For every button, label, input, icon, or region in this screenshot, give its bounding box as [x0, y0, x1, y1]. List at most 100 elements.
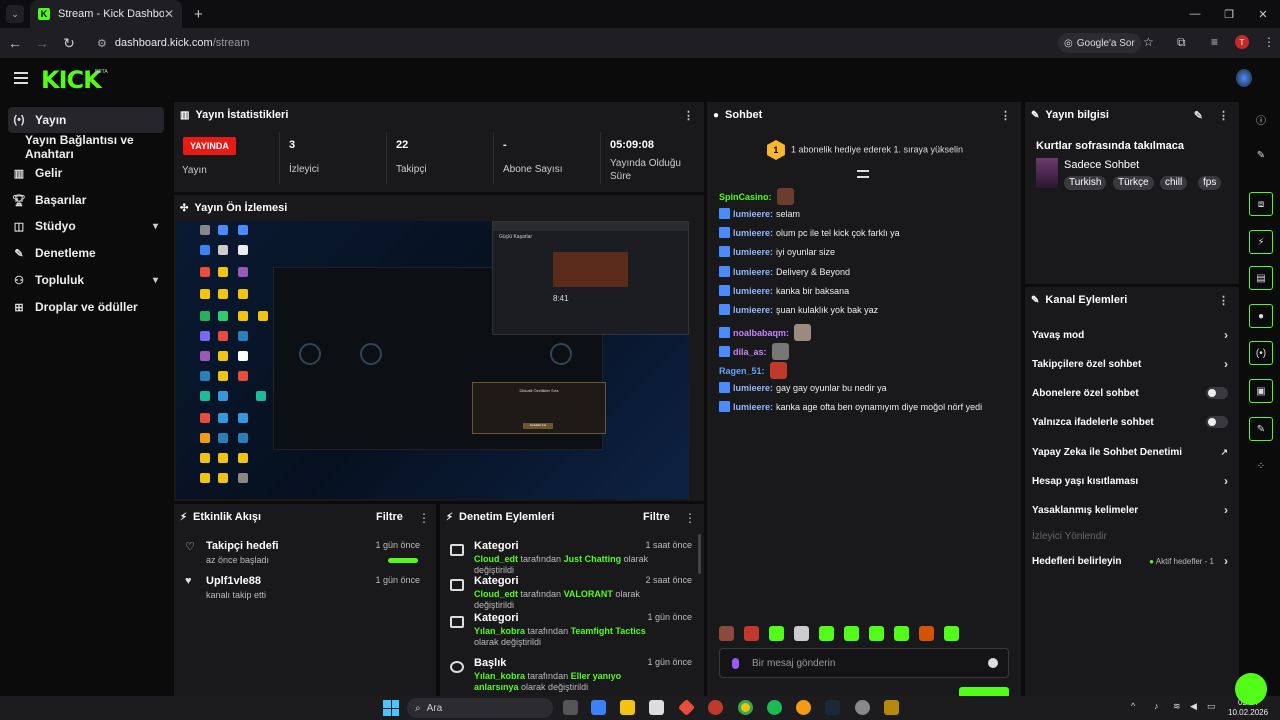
sidebar-item-gelir[interactable]: ▥ Gelir [8, 160, 164, 186]
volume-icon[interactable]: ◀ [1190, 701, 1197, 712]
file-explorer-icon[interactable] [620, 700, 635, 715]
microphone-icon[interactable] [732, 658, 739, 669]
more-options-icon[interactable]: ⋮ [1218, 109, 1229, 122]
emote-icon[interactable] [894, 626, 909, 641]
close-window-icon[interactable]: ✕ [1246, 0, 1280, 28]
minimize-icon[interactable]: — [1178, 0, 1212, 28]
more-options-icon[interactable]: ⋮ [1000, 109, 1011, 122]
url-field[interactable]: ⚙ dashboard.kick.com/stream [89, 31, 1064, 55]
stream-tag[interactable]: Turkish [1064, 176, 1107, 190]
google-search-button[interactable]: ◎ Google'a Sor [1058, 33, 1141, 53]
moderation-filter-button[interactable]: Filtre [643, 511, 670, 523]
app-icon[interactable] [855, 700, 870, 715]
sidebar-item-droplar[interactable]: ⊞ Droplar ve ödüller [8, 294, 164, 320]
chat-username[interactable]: Ragen_51: [719, 366, 765, 376]
emote-icon[interactable] [844, 626, 859, 641]
emote-icon[interactable] [819, 626, 834, 641]
media-controls-icon[interactable]: ≡ [1211, 35, 1218, 49]
opera-icon[interactable] [708, 700, 723, 715]
store-icon[interactable] [649, 700, 664, 715]
chat-username[interactable]: lumieere: [733, 305, 773, 315]
more-options-icon[interactable]: ⋮ [418, 511, 430, 525]
chat-message[interactable]: lumieere: gay gay oyunlar bu nedir ya [719, 382, 887, 393]
stream-category[interactable]: Sadece Sohbet [1064, 159, 1139, 171]
extensions-icon[interactable]: ⧉ [1177, 35, 1186, 50]
chat-icon[interactable]: ● [1249, 304, 1273, 328]
battery-icon[interactable]: ▭ [1207, 701, 1216, 712]
activity-filter-button[interactable]: Filtre [376, 511, 403, 523]
sidebar-item-topluluk[interactable]: ⚇ Topluluk ▾ [8, 267, 164, 293]
chat-message[interactable]: Ragen_51: [719, 362, 787, 379]
chat-message[interactable]: SpinCasino: [719, 188, 794, 205]
mic-tray-icon[interactable]: ♪ [1154, 701, 1159, 711]
copilot-icon[interactable] [591, 700, 606, 715]
sidebar-item-studyo[interactable]: ◫ Stüdyo ▾ [8, 213, 164, 239]
document-icon[interactable]: ▤ [1249, 266, 1273, 290]
scrollbar[interactable] [698, 534, 701, 574]
chat-username[interactable]: lumieere: [733, 286, 773, 296]
sidebar-item-yayin[interactable]: (•) Yayın [8, 107, 164, 133]
send-button[interactable] [959, 687, 1009, 696]
bolt-icon[interactable]: ⚡︎ [1249, 230, 1273, 254]
hamburger-menu-icon[interactable] [14, 72, 28, 87]
edit-icon[interactable]: ✎ [1249, 143, 1273, 167]
action-followers-only[interactable]: Takipçilere özel sohbet › [1032, 354, 1228, 374]
chat-username[interactable]: lumieere: [733, 402, 773, 412]
tray-chevron-icon[interactable]: ^ [1131, 701, 1135, 711]
capture-icon[interactable]: ⧈ [1249, 192, 1273, 216]
broadcast-icon[interactable]: (•) [1249, 341, 1273, 365]
action-banned-words[interactable]: Yasaklanmış kelimeler › [1032, 500, 1228, 520]
apps-icon[interactable]: ⁘ [1249, 454, 1273, 478]
sidebar-item-stream-key[interactable]: Yayın Bağlantısı ve Anahtarı [8, 133, 164, 161]
emote-icon[interactable] [794, 626, 809, 641]
subscribers-only-toggle[interactable] [1206, 387, 1228, 399]
chat-username[interactable]: lumieere: [733, 267, 773, 277]
sidebar-item-basarilar[interactable]: 🏆︎ Başarılar [8, 187, 164, 213]
stream-tag[interactable]: Türkçe [1113, 176, 1154, 190]
maximize-icon[interactable]: ❐ [1212, 0, 1246, 28]
app-icon[interactable] [678, 699, 695, 716]
action-account-age[interactable]: Hesap yaşı kısıtlaması › [1032, 471, 1228, 491]
more-options-icon[interactable]: ⋮ [684, 511, 696, 525]
kick-floating-button[interactable] [1235, 673, 1267, 705]
chat-message[interactable]: lumieere: selam [719, 208, 800, 219]
emote-icon[interactable] [744, 626, 759, 641]
chat-message[interactable]: lumieere: iyi oyunlar size [719, 246, 835, 257]
stream-preview-video[interactable]: Dikkatli Özellikler Sıra Sıradaki Çık Gü… [176, 221, 689, 499]
chat-message[interactable]: lumieere: kanka bir baksana [719, 285, 849, 296]
chat-username[interactable]: SpinCasino: [719, 192, 772, 202]
taskbar-search[interactable]: ⌕ Ara [407, 698, 553, 718]
chat-message[interactable]: lumieere: kanka age ofta ben oynamıyım di… [719, 401, 982, 412]
chat-message[interactable]: lumieere: olum pc ile tel kick çok farklı… [719, 227, 900, 238]
forward-icon[interactable]: → [30, 35, 54, 51]
emote-only-toggle[interactable] [1206, 416, 1228, 428]
emote-icon[interactable] [869, 626, 884, 641]
chrome-icon[interactable] [738, 700, 753, 715]
browser-menu-icon[interactable]: ⋮ [1263, 35, 1275, 49]
action-ai-moderation[interactable]: Yapay Zeka ile Sohbet Denetimi ↗ [1032, 442, 1228, 462]
chat-username[interactable]: lumieere: [733, 228, 773, 238]
wifi-icon[interactable]: ≋ [1173, 701, 1181, 712]
chat-message[interactable]: lumieere: Delivery & Beyond [719, 266, 850, 277]
browser-tab[interactable]: K Stream - Kick Dashboard ✕ [30, 0, 182, 28]
chat-username[interactable]: noalbabaqm: [733, 328, 789, 338]
layout-icon[interactable]: ▣ [1249, 379, 1273, 403]
profile-avatar[interactable]: T [1235, 35, 1249, 49]
spotify-icon[interactable] [767, 700, 782, 715]
emote-icon[interactable] [944, 626, 959, 641]
emote-icon[interactable] [769, 626, 784, 641]
site-info-icon[interactable]: ⚙ [97, 37, 107, 50]
chat-message[interactable]: dila_as: [719, 343, 789, 360]
kick-logo[interactable]: KICK [41, 66, 102, 94]
chat-username[interactable]: dila_as: [733, 347, 767, 357]
stream-tag[interactable]: fps [1198, 176, 1222, 190]
chat-username[interactable]: lumieere: [733, 383, 773, 393]
new-tab-icon[interactable]: + [194, 6, 203, 23]
app-icon[interactable] [796, 700, 811, 715]
close-tab-icon[interactable]: ✕ [164, 7, 174, 21]
emoji-icon[interactable] [988, 658, 998, 668]
reload-icon[interactable]: ↻ [57, 35, 81, 52]
pinned-collapse-icon[interactable] [857, 170, 869, 178]
sidebar-item-denetleme[interactable]: ✎ Denetleme [8, 240, 164, 266]
stream-tag[interactable]: chill [1160, 176, 1188, 190]
